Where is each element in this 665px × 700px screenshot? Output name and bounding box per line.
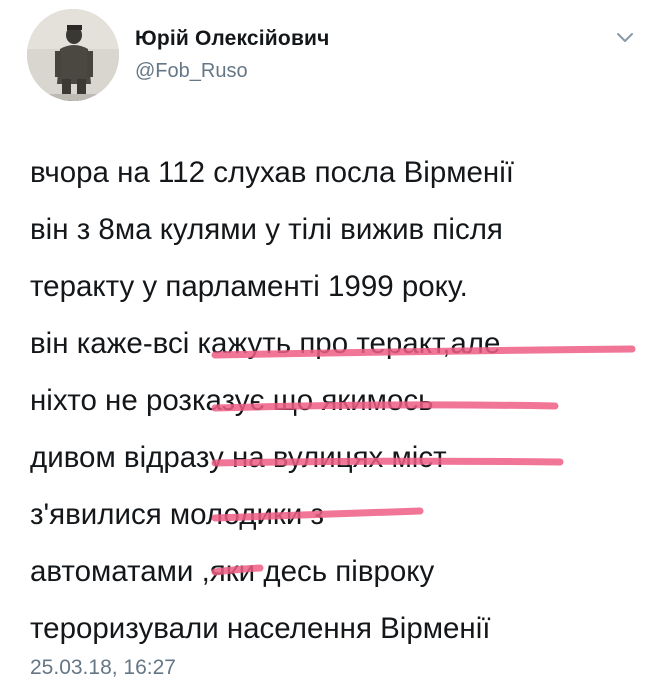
tweet-text-line: теракту у парламенті 1999 року. xyxy=(30,270,468,303)
avatar[interactable] xyxy=(27,9,119,101)
tweet-text: вчора на 112 слухав посла Вірменії він з… xyxy=(30,144,650,657)
tweet-text-line: з'явилися молодики з xyxy=(30,498,325,531)
avatar-photo xyxy=(27,9,119,101)
tweet-timestamp[interactable]: 25.03.18, 16:27 xyxy=(30,656,176,680)
tweet-text-line: вчора на 112 слухав посла Вірменії xyxy=(30,156,514,189)
author-handle[interactable]: @Fob_Ruso xyxy=(135,60,248,83)
tweet-text-line: він каже-всі кажуть про теракт,але xyxy=(30,327,501,360)
tweet-text-line: автоматами ,яки десь півроку xyxy=(30,555,435,588)
chevron-down-icon[interactable] xyxy=(614,26,636,48)
tweet-text-line: дивом відразу на вулицях міст xyxy=(30,441,447,474)
tweet-text-line: тероризували населення Вірменії xyxy=(30,612,491,645)
author-display-name[interactable]: Юрій Олексійович xyxy=(135,27,330,51)
tweet-text-line: ніхто не розказує що якимось xyxy=(30,384,434,417)
tweet-text-line: він з 8ма кулями у тілі вижив після xyxy=(30,213,503,246)
